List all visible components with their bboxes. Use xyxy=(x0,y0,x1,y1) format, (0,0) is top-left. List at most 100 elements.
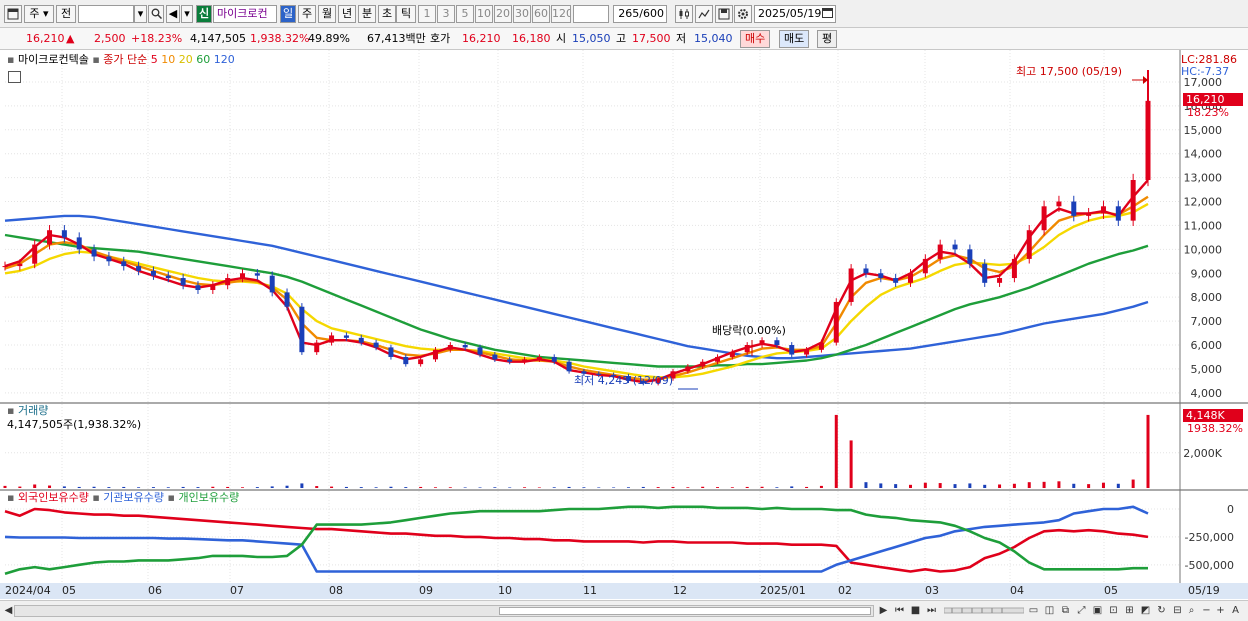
interval-10-button[interactable]: 10 xyxy=(475,5,493,23)
volume-bar xyxy=(552,487,556,488)
history-strip[interactable] xyxy=(943,604,1025,619)
candle-body xyxy=(1011,258,1017,279)
last-page-icon[interactable]: ⏭ xyxy=(924,604,939,619)
table-toggle-icon[interactable] xyxy=(8,71,21,83)
interval-20-button[interactable]: 20 xyxy=(494,5,512,23)
speaker-dropdown-icon[interactable]: ▾ xyxy=(181,5,193,23)
chart-type-icon[interactable] xyxy=(675,5,693,23)
price-tick: 15,000 xyxy=(1184,124,1223,137)
stop-icon[interactable]: ■ xyxy=(908,604,923,619)
save-icon[interactable] xyxy=(715,5,733,23)
stock-code-input[interactable]: 098120 xyxy=(78,5,134,23)
volume-bar xyxy=(819,485,823,488)
volume-bar xyxy=(389,486,393,488)
code-dropdown-icon[interactable]: ▾ xyxy=(134,5,147,23)
font-size-icon[interactable]: A xyxy=(1228,604,1243,619)
volume-bar xyxy=(938,483,942,488)
first-page-icon[interactable]: ⏮ xyxy=(892,604,907,619)
period-day-button[interactable]: 일 xyxy=(280,5,296,23)
interval-3-button[interactable]: 3 xyxy=(437,5,455,23)
expand-icon[interactable]: ⤢ xyxy=(1074,604,1089,619)
interval-60-button[interactable]: 60 xyxy=(532,5,550,23)
candle-body xyxy=(91,249,97,257)
candle-body xyxy=(1100,206,1106,214)
high-annotation: 최고 17,500 (05/19) xyxy=(1016,65,1123,78)
split-icon[interactable]: ◫ xyxy=(1042,604,1057,619)
period-year-button[interactable]: 년 xyxy=(338,5,356,23)
toolbar: 주 ▾ 전 098120 ▾ ◀ ▾ 신 마이크로컨 일 주 월 년 분 초 틱… xyxy=(0,0,1248,28)
stock-name-field[interactable]: 마이크로컨 xyxy=(213,5,277,23)
volume-bar xyxy=(701,486,705,488)
x-axis: 2024/04 05 06 07 08 09 10 11 12 2025/01 … xyxy=(0,583,1248,599)
candle-body xyxy=(299,306,305,353)
interval-custom-input[interactable] xyxy=(573,5,609,23)
candle-body xyxy=(447,345,453,350)
volume-bar xyxy=(641,486,645,488)
period-week-button[interactable]: 주 xyxy=(298,5,316,23)
count-field[interactable]: 265/600 xyxy=(613,5,667,23)
prev-button[interactable]: 전 xyxy=(56,5,76,23)
candle-body xyxy=(774,340,780,345)
volume-bar xyxy=(33,484,37,488)
volume-bar xyxy=(330,486,334,488)
x-tick: 05 xyxy=(62,584,76,597)
interval-120-button[interactable]: 120 xyxy=(551,5,571,23)
interval-30-button[interactable]: 30 xyxy=(513,5,531,23)
overlay-icon[interactable]: ⧉ xyxy=(1058,604,1073,619)
window-icon[interactable]: ▣ xyxy=(1090,604,1105,619)
period-second-button[interactable]: 초 xyxy=(378,5,396,23)
volume-bar xyxy=(270,486,274,488)
volume-bar xyxy=(1101,482,1105,488)
candle-body xyxy=(893,278,899,283)
price-tick: 11,000 xyxy=(1184,219,1223,232)
candle-body xyxy=(32,244,38,264)
calendar-icon[interactable] xyxy=(819,5,835,23)
lock-icon[interactable]: ⊡ xyxy=(1106,604,1121,619)
scroll-right-icon[interactable]: ▶ xyxy=(876,604,891,619)
volume-bar xyxy=(122,486,126,488)
period-month-button[interactable]: 월 xyxy=(318,5,336,23)
stock-chart: 17,000 16,000 15,000 14,000 13,000 12,000 11,0… xyxy=(0,50,1248,600)
volume-bar xyxy=(463,487,467,488)
interval-1-button[interactable]: 1 xyxy=(418,5,436,23)
price-legend: ▪ 마이크로컨텍솔 ▪ 종가 단순 5 10 20 60 120 xyxy=(7,53,235,66)
compact-icon[interactable]: ⊟ xyxy=(1170,604,1185,619)
ask-price: 16,210 xyxy=(462,32,501,45)
zoom-out-icon[interactable]: − xyxy=(1199,604,1214,619)
horizontal-scrollbar[interactable] xyxy=(14,605,874,617)
tools-icon[interactable] xyxy=(695,5,713,23)
volume-bar xyxy=(805,486,809,488)
quote-info-bar: 16,210 ▲ 2,500 +18.23% 4,147,505 1,938.3… xyxy=(0,28,1248,50)
buy-button[interactable]: 매수 xyxy=(740,30,771,48)
candle-body xyxy=(195,285,201,290)
candle-body xyxy=(225,278,231,286)
period-type-select[interactable]: 주 ▾ xyxy=(24,5,54,23)
tile-icon[interactable]: ◩ xyxy=(1138,604,1153,619)
zoom-in-icon[interactable]: + xyxy=(1213,604,1228,619)
period-tick-button[interactable]: 틱 xyxy=(396,5,416,23)
layout-icon[interactable]: ▭ xyxy=(1026,604,1041,619)
candle-body xyxy=(1086,213,1092,216)
settings-gear-icon[interactable] xyxy=(734,5,752,23)
speaker-icon[interactable]: ◀ xyxy=(166,5,180,23)
period-minute-button[interactable]: 분 xyxy=(358,5,376,23)
price-tick: 5,000 xyxy=(1191,363,1223,376)
zoom-search-icon[interactable]: ⌕ xyxy=(1184,604,1199,619)
eval-button[interactable]: 평 xyxy=(817,30,838,48)
volume-bar xyxy=(151,487,155,488)
price-tick: 4,000 xyxy=(1191,387,1223,400)
candle-body xyxy=(759,340,765,345)
scrollbar-thumb[interactable] xyxy=(499,607,871,615)
search-icon[interactable] xyxy=(148,5,164,23)
up-triangle-icon: ▲ xyxy=(66,32,75,45)
x-tick: 2024/04 xyxy=(5,584,51,597)
refresh-icon[interactable]: ↻ xyxy=(1154,604,1169,619)
price-tick: 14,000 xyxy=(1184,148,1223,161)
interval-5-button[interactable]: 5 xyxy=(456,5,474,23)
volume-bar xyxy=(1087,484,1091,488)
window-menu-icon[interactable] xyxy=(4,5,22,23)
volume-bars xyxy=(3,414,1150,488)
legend-stock-name: 마이크로컨텍솔 xyxy=(17,53,89,66)
sell-button[interactable]: 매도 xyxy=(779,30,810,48)
crosshair-icon[interactable]: ⊞ xyxy=(1122,604,1137,619)
